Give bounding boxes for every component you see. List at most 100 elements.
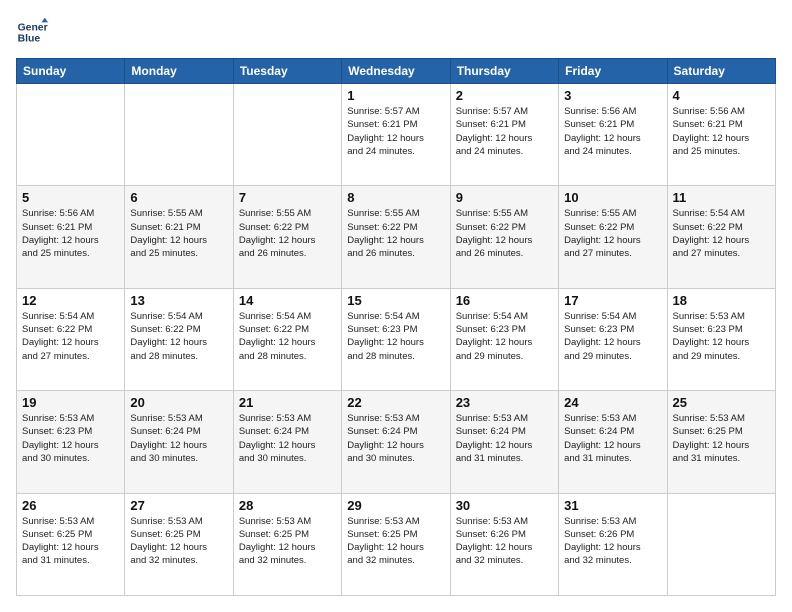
day-number: 10 [564, 190, 661, 205]
day-info: Sunrise: 5:54 AM Sunset: 6:23 PM Dayligh… [347, 310, 444, 363]
day-number: 1 [347, 88, 444, 103]
calendar-cell: 27 Sunrise: 5:53 AM Sunset: 6:25 PM Dayli… [125, 493, 233, 595]
calendar-cell: 3Sunrise: 5:56 AM Sunset: 6:21 PM Daylig… [559, 84, 667, 186]
calendar-cell: 19 Sunrise: 5:53 AM Sunset: 6:23 PM Dayli… [17, 391, 125, 493]
day-info: Sunrise: 5:56 AM Sunset: 6:21 PM Dayligh… [564, 105, 661, 158]
calendar-cell: 23 Sunrise: 5:53 AM Sunset: 6:24 PM Dayli… [450, 391, 558, 493]
day-info: Sunrise: 5:54 AM Sunset: 6:22 PM Dayligh… [673, 207, 770, 260]
calendar-cell: 5 Sunrise: 5:56 AM Sunset: 6:21 PM Daylig… [17, 186, 125, 288]
day-header-saturday: Saturday [667, 59, 775, 84]
day-info: Sunrise: 5:55 AM Sunset: 6:21 PM Dayligh… [130, 207, 227, 260]
header: General Blue [16, 16, 776, 48]
calendar-cell: 28Sunrise: 5:53 AM Sunset: 6:25 PM Dayli… [233, 493, 341, 595]
calendar-cell: 13 Sunrise: 5:54 AM Sunset: 6:22 PM Dayli… [125, 288, 233, 390]
calendar-cell: 17 Sunrise: 5:54 AM Sunset: 6:23 PM Dayli… [559, 288, 667, 390]
day-info: Sunrise: 5:56 AM Sunset: 6:21 PM Dayligh… [673, 105, 770, 158]
calendar-cell: 4 Sunrise: 5:56 AM Sunset: 6:21 PM Daylig… [667, 84, 775, 186]
week-row-4: 19 Sunrise: 5:53 AM Sunset: 6:23 PM Dayli… [17, 391, 776, 493]
day-number: 9 [456, 190, 553, 205]
calendar-cell: 21 Sunrise: 5:53 AM Sunset: 6:24 PM Dayli… [233, 391, 341, 493]
day-number: 30 [456, 498, 553, 513]
day-number: 4 [673, 88, 770, 103]
day-number: 19 [22, 395, 119, 410]
week-row-2: 5 Sunrise: 5:56 AM Sunset: 6:21 PM Daylig… [17, 186, 776, 288]
calendar-cell: 31 Sunrise: 5:53 AM Sunset: 6:26 PM Dayli… [559, 493, 667, 595]
logo: General Blue [16, 16, 48, 48]
day-number: 16 [456, 293, 553, 308]
calendar-cell: 12 Sunrise: 5:54 AM Sunset: 6:22 PM Dayli… [17, 288, 125, 390]
day-number: 25 [673, 395, 770, 410]
day-info: Sunrise: 5:54 AM Sunset: 6:23 PM Dayligh… [564, 310, 661, 363]
day-info: Sunrise: 5:53 AM Sunset: 6:24 PM Dayligh… [564, 412, 661, 465]
calendar-cell: 26 Sunrise: 5:53 AM Sunset: 6:25 PM Dayli… [17, 493, 125, 595]
calendar-cell: 14 Sunrise: 5:54 AM Sunset: 6:22 PM Dayli… [233, 288, 341, 390]
page: General Blue SundayMondayTuesdayWednesda… [0, 0, 792, 612]
calendar-cell: 22Sunrise: 5:53 AM Sunset: 6:24 PM Dayli… [342, 391, 450, 493]
week-row-3: 12 Sunrise: 5:54 AM Sunset: 6:22 PM Dayli… [17, 288, 776, 390]
day-info: Sunrise: 5:55 AM Sunset: 6:22 PM Dayligh… [239, 207, 336, 260]
calendar-cell: 29Sunrise: 5:53 AM Sunset: 6:25 PM Dayli… [342, 493, 450, 595]
calendar-cell: 10 Sunrise: 5:55 AM Sunset: 6:22 PM Dayli… [559, 186, 667, 288]
calendar-cell: 2Sunrise: 5:57 AM Sunset: 6:21 PM Daylig… [450, 84, 558, 186]
day-number: 31 [564, 498, 661, 513]
day-number: 18 [673, 293, 770, 308]
day-number: 26 [22, 498, 119, 513]
day-header-sunday: Sunday [17, 59, 125, 84]
day-info: Sunrise: 5:53 AM Sunset: 6:25 PM Dayligh… [22, 515, 119, 568]
day-info: Sunrise: 5:53 AM Sunset: 6:23 PM Dayligh… [673, 310, 770, 363]
day-number: 22 [347, 395, 444, 410]
calendar-cell: 9 Sunrise: 5:55 AM Sunset: 6:22 PM Daylig… [450, 186, 558, 288]
day-info: Sunrise: 5:56 AM Sunset: 6:21 PM Dayligh… [22, 207, 119, 260]
day-info: Sunrise: 5:53 AM Sunset: 6:26 PM Dayligh… [564, 515, 661, 568]
day-number: 2 [456, 88, 553, 103]
calendar-cell [233, 84, 341, 186]
day-info: Sunrise: 5:53 AM Sunset: 6:24 PM Dayligh… [130, 412, 227, 465]
day-info: Sunrise: 5:54 AM Sunset: 6:22 PM Dayligh… [130, 310, 227, 363]
day-number: 13 [130, 293, 227, 308]
day-header-tuesday: Tuesday [233, 59, 341, 84]
day-number: 15 [347, 293, 444, 308]
svg-text:General: General [18, 22, 48, 33]
day-info: Sunrise: 5:53 AM Sunset: 6:25 PM Dayligh… [347, 515, 444, 568]
calendar-cell: 7Sunrise: 5:55 AM Sunset: 6:22 PM Daylig… [233, 186, 341, 288]
svg-text:Blue: Blue [18, 34, 41, 45]
calendar-cell: 24 Sunrise: 5:53 AM Sunset: 6:24 PM Dayli… [559, 391, 667, 493]
calendar-cell: 11Sunrise: 5:54 AM Sunset: 6:22 PM Dayli… [667, 186, 775, 288]
day-info: Sunrise: 5:55 AM Sunset: 6:22 PM Dayligh… [456, 207, 553, 260]
day-header-wednesday: Wednesday [342, 59, 450, 84]
day-number: 14 [239, 293, 336, 308]
day-info: Sunrise: 5:55 AM Sunset: 6:22 PM Dayligh… [347, 207, 444, 260]
day-info: Sunrise: 5:53 AM Sunset: 6:26 PM Dayligh… [456, 515, 553, 568]
day-info: Sunrise: 5:55 AM Sunset: 6:22 PM Dayligh… [564, 207, 661, 260]
calendar-cell: 30 Sunrise: 5:53 AM Sunset: 6:26 PM Dayli… [450, 493, 558, 595]
week-row-1: 1 Sunrise: 5:57 AM Sunset: 6:21 PM Daylig… [17, 84, 776, 186]
calendar-cell: 25Sunrise: 5:53 AM Sunset: 6:25 PM Dayli… [667, 391, 775, 493]
day-number: 23 [456, 395, 553, 410]
day-info: Sunrise: 5:53 AM Sunset: 6:24 PM Dayligh… [239, 412, 336, 465]
day-number: 12 [22, 293, 119, 308]
day-number: 21 [239, 395, 336, 410]
logo-icon: General Blue [16, 16, 48, 48]
day-info: Sunrise: 5:53 AM Sunset: 6:25 PM Dayligh… [239, 515, 336, 568]
day-number: 20 [130, 395, 227, 410]
calendar-cell: 8 Sunrise: 5:55 AM Sunset: 6:22 PM Daylig… [342, 186, 450, 288]
calendar-cell [667, 493, 775, 595]
day-info: Sunrise: 5:57 AM Sunset: 6:21 PM Dayligh… [347, 105, 444, 158]
day-number: 27 [130, 498, 227, 513]
day-header-thursday: Thursday [450, 59, 558, 84]
calendar-cell: 18 Sunrise: 5:53 AM Sunset: 6:23 PM Dayli… [667, 288, 775, 390]
day-info: Sunrise: 5:54 AM Sunset: 6:23 PM Dayligh… [456, 310, 553, 363]
day-number: 5 [22, 190, 119, 205]
day-info: Sunrise: 5:53 AM Sunset: 6:25 PM Dayligh… [130, 515, 227, 568]
header-row: SundayMondayTuesdayWednesdayThursdayFrid… [17, 59, 776, 84]
day-number: 24 [564, 395, 661, 410]
calendar-cell: 20 Sunrise: 5:53 AM Sunset: 6:24 PM Dayli… [125, 391, 233, 493]
calendar-cell: 16 Sunrise: 5:54 AM Sunset: 6:23 PM Dayli… [450, 288, 558, 390]
calendar-cell: 6Sunrise: 5:55 AM Sunset: 6:21 PM Daylig… [125, 186, 233, 288]
day-info: Sunrise: 5:53 AM Sunset: 6:23 PM Dayligh… [22, 412, 119, 465]
day-info: Sunrise: 5:53 AM Sunset: 6:24 PM Dayligh… [456, 412, 553, 465]
day-number: 17 [564, 293, 661, 308]
day-info: Sunrise: 5:54 AM Sunset: 6:22 PM Dayligh… [22, 310, 119, 363]
day-info: Sunrise: 5:54 AM Sunset: 6:22 PM Dayligh… [239, 310, 336, 363]
day-number: 8 [347, 190, 444, 205]
